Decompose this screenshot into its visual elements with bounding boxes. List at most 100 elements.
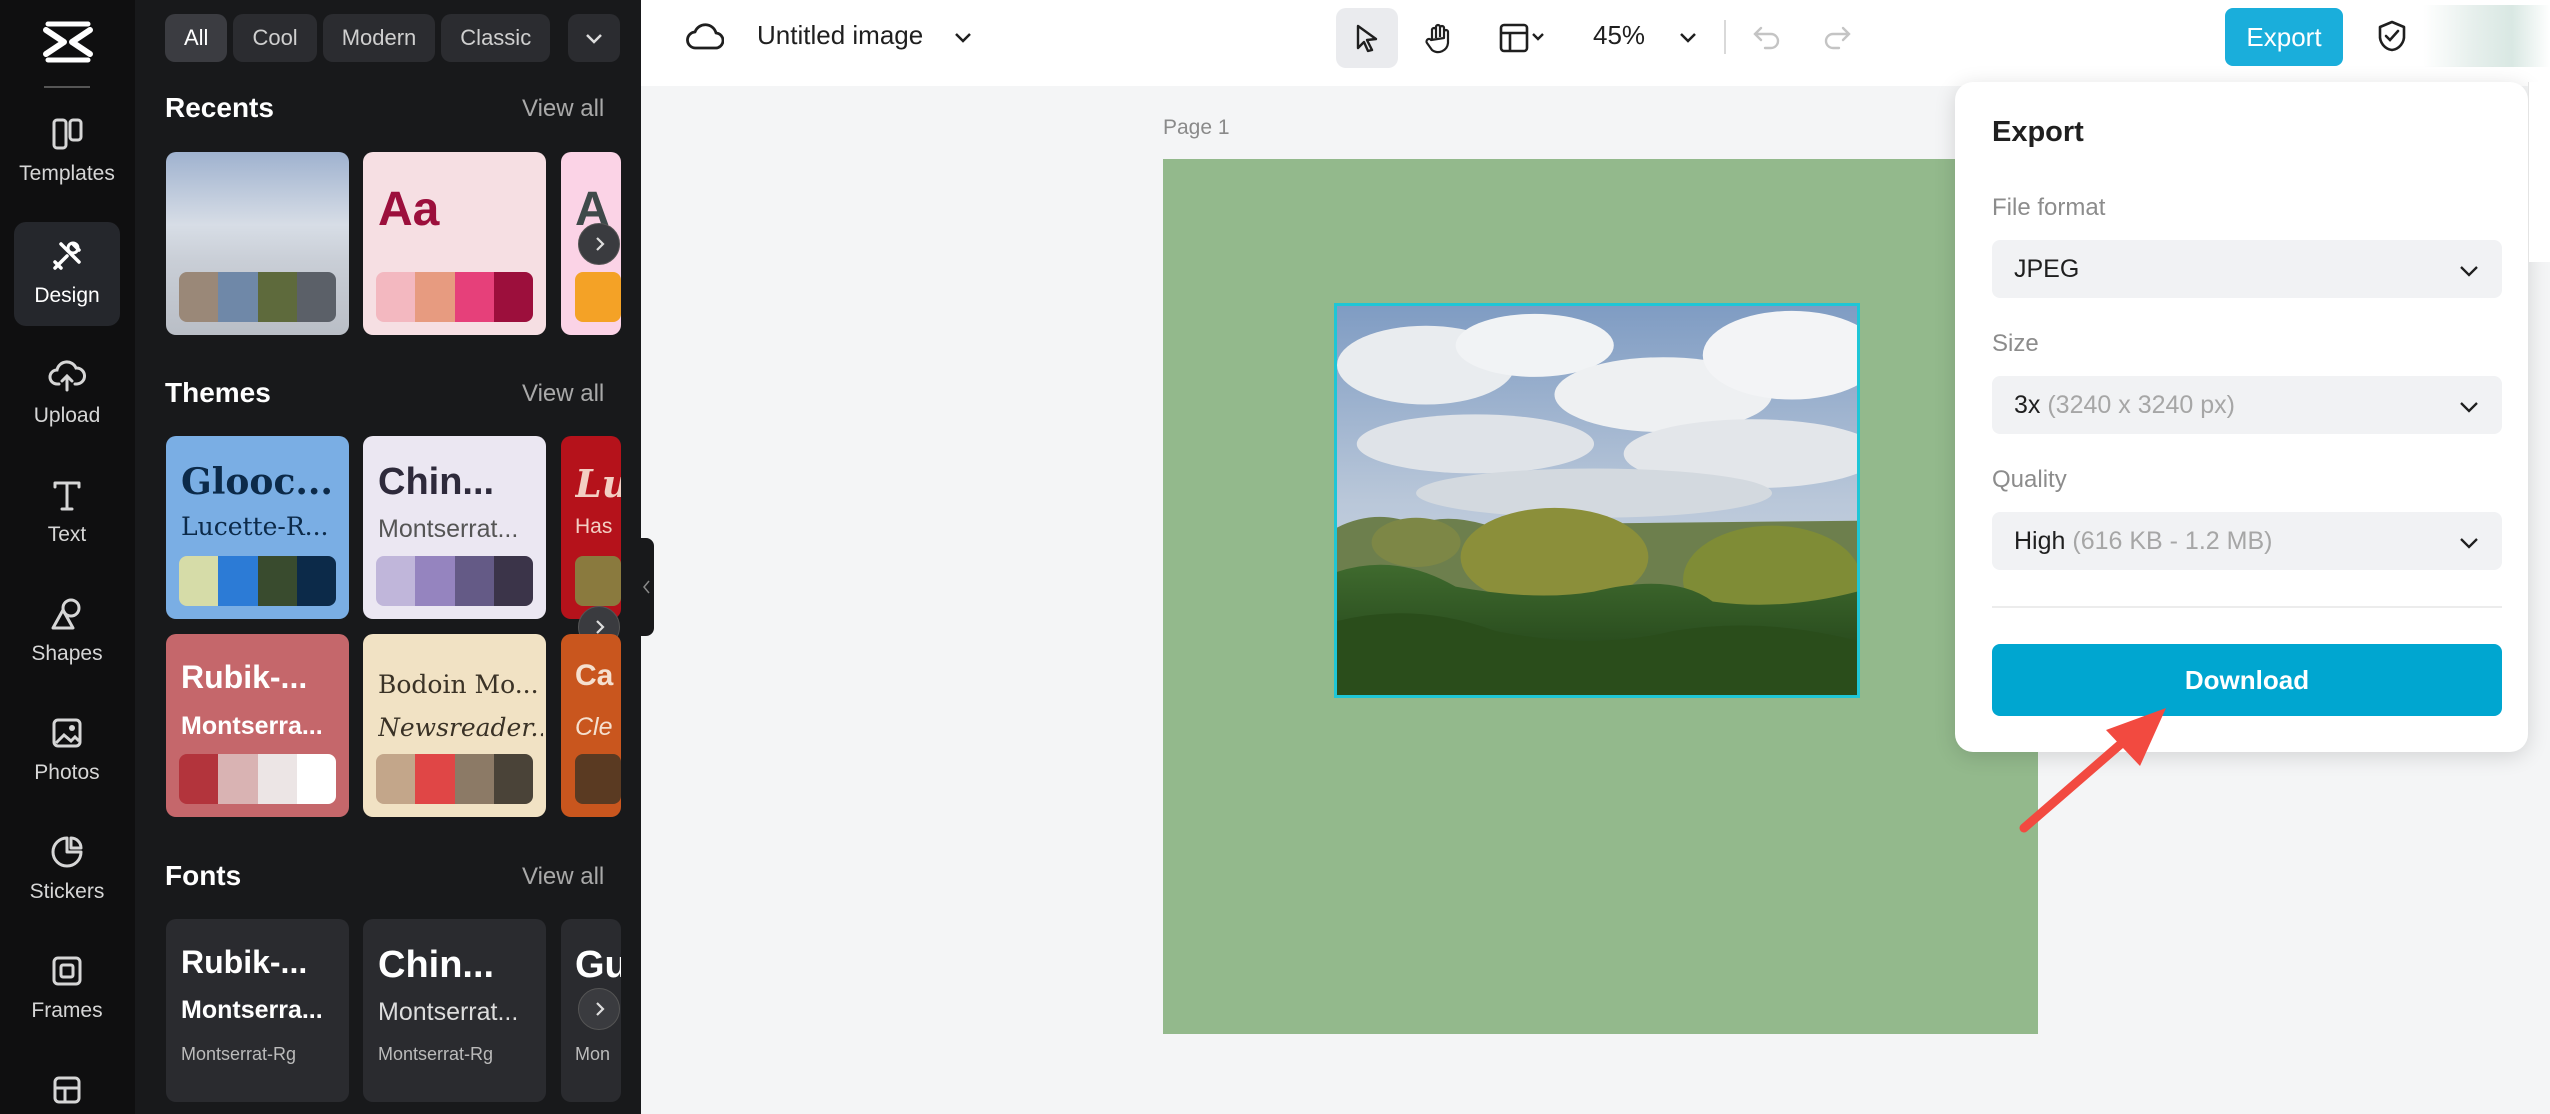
chevron-down-icon[interactable] (1677, 26, 1699, 48)
chip-modern[interactable]: Modern (322, 14, 436, 62)
rail-item-label: Design (34, 284, 100, 307)
chips-more-button[interactable] (568, 14, 620, 62)
quality-value: High (2014, 527, 2066, 555)
rail-item-label: Frames (31, 999, 103, 1022)
theme-card-4[interactable]: Rubik-... Montserra... (166, 634, 349, 817)
font-title: Chin... (378, 944, 495, 986)
shapes-icon (51, 598, 81, 630)
toolbar-divider (1724, 20, 1726, 54)
file-format-label: File format (1992, 194, 2106, 221)
fonts-next-button[interactable] (578, 988, 620, 1030)
rail-item-label: Templates (19, 162, 115, 185)
zoom-level[interactable]: 45% (1593, 20, 1645, 51)
layout-menu-button[interactable] (1483, 8, 1565, 68)
theme-card-3[interactable]: Lu Has (561, 436, 621, 619)
quality-select[interactable]: High (616 KB - 1.2 MB) (1992, 512, 2502, 570)
quality-detail: (616 KB - 1.2 MB) (2072, 527, 2273, 555)
themes-title: Themes (165, 377, 271, 408)
rail-item-photos[interactable]: Photos (14, 699, 120, 803)
recents-title: Recents (165, 92, 274, 123)
chip-all[interactable]: All (165, 14, 228, 62)
chevron-down-icon (2460, 266, 2478, 277)
rail-item-templates[interactable]: Templates (14, 100, 120, 204)
font-caption: Montserrat-Rg (181, 1044, 297, 1064)
theme-card-6[interactable]: Ca Cle (561, 634, 621, 817)
design-icon (53, 241, 81, 270)
text-icon (53, 481, 81, 511)
theme-title: Ca (575, 659, 614, 692)
select-tool-button[interactable] (1336, 8, 1398, 68)
recent-card-2[interactable]: Aa (363, 152, 546, 335)
stickers-icon (51, 836, 83, 868)
chevron-right-icon (596, 237, 605, 251)
theme-title: Glooc... (181, 461, 333, 503)
themes-view-all[interactable]: View all (522, 380, 604, 408)
theme-title: Lu (575, 461, 621, 506)
recents-view-all[interactable]: View all (522, 95, 604, 123)
theme-card-2[interactable]: Chin... Montserrat... (363, 436, 546, 619)
cloud-sync-icon[interactable] (686, 21, 724, 53)
theme-subtitle: Montserrat... (378, 515, 519, 543)
right-edge-panel (2528, 82, 2550, 262)
size-select[interactable]: 3x (3240 x 3240 px) (1992, 376, 2502, 434)
rail-item-shapes[interactable]: Shapes (14, 580, 120, 684)
card-sample-text: Aa (378, 183, 440, 236)
fonts-view-all[interactable]: View all (522, 863, 604, 891)
file-format-select[interactable]: JPEG (1992, 240, 2502, 298)
palette-swatches (179, 556, 336, 606)
photos-icon (52, 718, 82, 748)
rail-item-frames[interactable]: Frames (14, 937, 120, 1041)
rail-item-stickers[interactable]: Stickers (14, 818, 120, 922)
chevron-down-icon[interactable] (952, 26, 974, 48)
theme-title: Bodoin Mo... (378, 670, 539, 699)
rail-item-more[interactable] (14, 1056, 120, 1114)
redo-icon[interactable] (1821, 20, 1853, 52)
hills-photo (1337, 306, 1857, 695)
palette-swatches (376, 272, 533, 322)
document-title[interactable]: Untitled image (757, 20, 923, 51)
theme-subtitle: Montserra... (181, 712, 323, 740)
palette-swatches (376, 754, 533, 804)
font-subtitle: Montserra... (181, 996, 323, 1024)
font-card-2[interactable]: Chin... Montserrat... Montserrat-Rg (363, 919, 546, 1102)
font-card-1[interactable]: Rubik-... Montserra... Montserrat-Rg (166, 919, 349, 1102)
palette-swatches (179, 754, 336, 804)
capcut-logo-icon[interactable] (40, 14, 96, 74)
filter-chips: All Cool Modern Classic (165, 14, 605, 62)
shield-check-icon[interactable] (2376, 19, 2408, 53)
palette-swatches (376, 556, 533, 606)
recents-next-button[interactable] (578, 223, 620, 265)
quality-label: Quality (1992, 466, 2067, 493)
rail-item-label: Upload (33, 404, 101, 427)
logo-divider (44, 86, 90, 88)
placed-photo[interactable] (1334, 303, 1860, 698)
frames-icon (52, 956, 82, 986)
font-title: Rubik-... (181, 944, 308, 980)
cursor-icon (1356, 24, 1378, 53)
layout-icon (1499, 23, 1544, 53)
theme-card-1[interactable]: Glooc... Lucette-R... (166, 436, 349, 619)
theme-title: Rubik-... (181, 659, 308, 695)
panel-collapse-handle[interactable] (640, 538, 654, 636)
hand-tool-button[interactable] (1408, 8, 1470, 68)
size-detail: (3240 x 3240 px) (2047, 391, 2235, 419)
layout-icon (53, 1076, 81, 1104)
upload-icon (48, 360, 86, 392)
chip-classic[interactable]: Classic (441, 14, 551, 62)
rail-item-design[interactable]: Design (14, 222, 120, 326)
theme-title: Chin... (378, 461, 495, 503)
palette-swatches (575, 754, 621, 804)
chip-cool[interactable]: Cool (233, 14, 317, 62)
palette-swatches (575, 272, 621, 322)
export-button[interactable]: Export (2225, 8, 2343, 66)
avatar[interactable] (2423, 5, 2550, 67)
rail-item-text[interactable]: Text (14, 461, 120, 565)
rail-item-upload[interactable]: Upload (14, 342, 120, 446)
undo-icon[interactable] (1751, 20, 1783, 52)
font-subtitle: Montserrat... (378, 998, 519, 1026)
chevron-left-icon (643, 580, 650, 594)
theme-card-5[interactable]: Bodoin Mo... Newsreader... (363, 634, 546, 817)
recent-card-1[interactable] (166, 152, 349, 335)
size-label: Size (1992, 330, 2039, 357)
theme-subtitle: Lucette-R... (181, 512, 329, 541)
